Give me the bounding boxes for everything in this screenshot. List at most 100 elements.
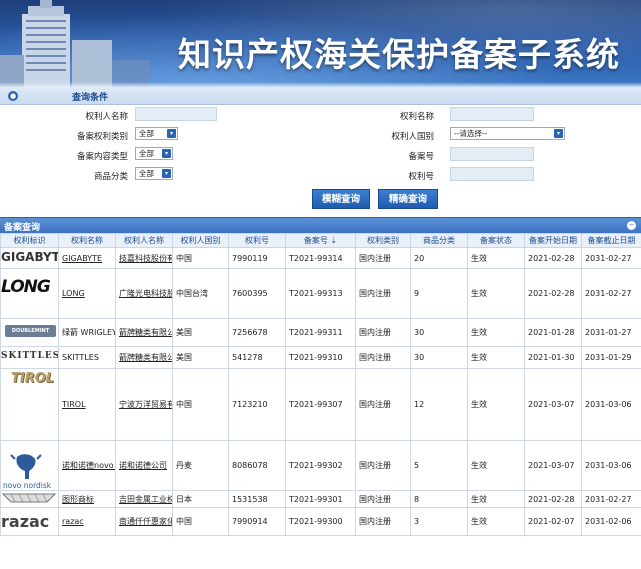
content-type-select[interactable]: 全部 ▾	[135, 147, 173, 160]
col-header[interactable]: 权利号	[228, 233, 286, 248]
right-name-input[interactable]	[450, 107, 534, 121]
results-section-title: 备案查询	[4, 223, 41, 233]
category-cell: 国内注册	[355, 490, 411, 508]
goods-cell: 5	[410, 440, 468, 491]
holder-link[interactable]: 广隆光电科技股份有限公司	[115, 268, 173, 319]
right-name-link[interactable]: TIROL	[58, 368, 116, 441]
end-date-cell: 2031-01-29	[581, 346, 641, 369]
record-no-cell: T2021-99302	[285, 440, 356, 491]
trademark-logo: SKITTLES	[0, 346, 59, 369]
table-row[interactable]: GIGABYTE GIGABYTE 技嘉科技股份有限公司 中国 7990119 …	[0, 247, 641, 269]
category-cell: 国内注册	[355, 268, 411, 319]
table-row[interactable]: LONG LONG 广隆光电科技股份有限公司 中国台湾 7600395 T202…	[0, 268, 641, 319]
holder-link[interactable]: 宁波万洋贸易有限公司	[115, 368, 173, 441]
query-section-title: 查询条件	[72, 93, 109, 103]
col-header[interactable]: 权利人名称	[115, 233, 173, 248]
query-section-header[interactable]: ● 查询条件	[0, 88, 641, 105]
exact-search-button[interactable]: 精确查询	[378, 189, 438, 209]
holder-link[interactable]: 技嘉科技股份有限公司	[115, 247, 173, 269]
category-cell: 国内注册	[355, 440, 411, 491]
record-no-input[interactable]	[450, 147, 534, 161]
right-name-label: 权利名称	[399, 112, 434, 122]
start-date-cell: 2021-03-07	[524, 368, 582, 441]
holder-link[interactable]: 吉田金属工业株式会社	[115, 490, 173, 508]
table-row[interactable]: 图形商标 吉田金属工业株式会社 日本 1531538 T2021-99301 国…	[0, 490, 641, 508]
right-category-select[interactable]: 全部 ▾	[135, 127, 178, 140]
right-no-cell: 7990914	[228, 507, 286, 536]
holder-link[interactable]: 诺和诺德公司	[115, 440, 173, 491]
country-cell: 中国	[172, 247, 229, 269]
col-header[interactable]: 权利标识	[0, 233, 59, 248]
right-name-link[interactable]: LONG	[58, 268, 116, 319]
end-date-cell: 2031-02-27	[581, 268, 641, 319]
col-header[interactable]: 备案截止日期	[581, 233, 641, 248]
right-name-link[interactable]: razac	[58, 507, 116, 536]
start-date-cell: 2021-01-28	[524, 318, 582, 347]
table-row[interactable]: razac razac 南通仟仟惠家化有限公司 中国 7990914 T2021…	[0, 507, 641, 536]
country-cell: 中国	[172, 507, 229, 536]
goods-cell: 8	[410, 490, 468, 508]
goods-class-select[interactable]: 全部 ▾	[135, 167, 173, 180]
trademark-logo: GIGABYTE	[0, 247, 59, 269]
record-no-cell: T2021-99307	[285, 368, 356, 441]
right-name-link[interactable]: 图形商标	[58, 490, 116, 508]
trademark-logo: razac	[0, 507, 59, 536]
end-date-cell: 2031-03-06	[581, 440, 641, 491]
trademark-logo: LONG	[0, 268, 59, 319]
status-cell: 生效	[467, 346, 525, 369]
start-date-cell: 2021-02-07	[524, 507, 582, 536]
right-no-cell: 541278	[228, 346, 286, 369]
goods-cell: 30	[410, 346, 468, 369]
table-row[interactable]: SKITTLES SKITTLES 箭牌糖类有限公司 美国 541278 T20…	[0, 346, 641, 369]
record-no-cell: T2021-99310	[285, 346, 356, 369]
right-no-input[interactable]	[450, 167, 534, 181]
col-header[interactable]: 备案开始日期	[524, 233, 582, 248]
right-name-link[interactable]: 绿箭 WRIGLEY	[58, 318, 116, 347]
trademark-logo: novo nordisk	[0, 440, 59, 491]
country-cell: 美国	[172, 318, 229, 347]
holder-link[interactable]: 箭牌糖类有限公司	[115, 318, 173, 347]
goods-cell: 20	[410, 247, 468, 269]
category-cell: 国内注册	[355, 507, 411, 536]
table-row[interactable]: DOUBLEMINT 绿箭 WRIGLEY 箭牌糖类有限公司 美国 725667…	[0, 318, 641, 347]
table-row[interactable]: novo nordisk 诺和诺德novo nordisk 诺和诺德公司 丹麦 …	[0, 440, 641, 491]
holder-link[interactable]: 箭牌糖类有限公司	[115, 346, 173, 369]
col-header[interactable]: 权利类别	[355, 233, 411, 248]
right-name-link[interactable]: GIGABYTE	[58, 247, 116, 269]
holder-country-select[interactable]: --请选择-- ▾	[450, 127, 565, 140]
end-date-cell: 2031-03-06	[581, 368, 641, 441]
right-name-link[interactable]: 诺和诺德novo nordisk	[58, 440, 116, 491]
country-cell: 中国台湾	[172, 268, 229, 319]
col-header[interactable]: 备案状态	[467, 233, 525, 248]
table-row[interactable]: TIROL TIROL 宁波万洋贸易有限公司 中国 7123210 T2021-…	[0, 368, 641, 441]
results-table: 权利标识 权利名称 权利人名称 权利人国别 权利号 备案号 ⇣ 权利类别 商品分…	[0, 233, 641, 536]
start-date-cell: 2021-03-07	[524, 440, 582, 491]
col-header[interactable]: 权利人国别	[172, 233, 229, 248]
trademark-logo	[0, 490, 59, 508]
record-no-cell: T2021-99311	[285, 318, 356, 347]
rights-holder-input[interactable]	[135, 107, 217, 121]
right-no-label: 权利号	[408, 172, 434, 182]
country-cell: 美国	[172, 346, 229, 369]
query-form: 权利人名称 权利名称 备案权利类别 全部 ▾ 权利人国别 --请选择-- ▾ 备案内…	[0, 105, 641, 187]
col-header[interactable]: 权利名称	[58, 233, 116, 248]
col-header-sorted[interactable]: 备案号 ⇣	[285, 233, 356, 248]
fuzzy-search-button[interactable]: 模糊查询	[312, 189, 370, 209]
status-cell: 生效	[467, 247, 525, 269]
dropdown-arrow-icon: ▾	[162, 149, 171, 158]
category-cell: 国内注册	[355, 318, 411, 347]
dropdown-arrow-icon: ▾	[167, 129, 176, 138]
record-no-label: 备案号	[408, 152, 434, 162]
col-header[interactable]: 商品分类	[410, 233, 468, 248]
goods-cell: 3	[410, 507, 468, 536]
right-name-link[interactable]: SKITTLES	[58, 346, 116, 369]
right-no-cell: 7256678	[228, 318, 286, 347]
dropdown-arrow-icon: ▾	[554, 129, 563, 138]
holder-link[interactable]: 南通仟仟惠家化有限公司	[115, 507, 173, 536]
category-cell: 国内注册	[355, 346, 411, 369]
results-section-header: 备案查询 −	[0, 217, 641, 233]
expand-icon[interactable]: ●	[8, 91, 18, 101]
country-cell: 日本	[172, 490, 229, 508]
collapse-icon[interactable]: −	[627, 221, 636, 230]
country-cell: 丹麦	[172, 440, 229, 491]
